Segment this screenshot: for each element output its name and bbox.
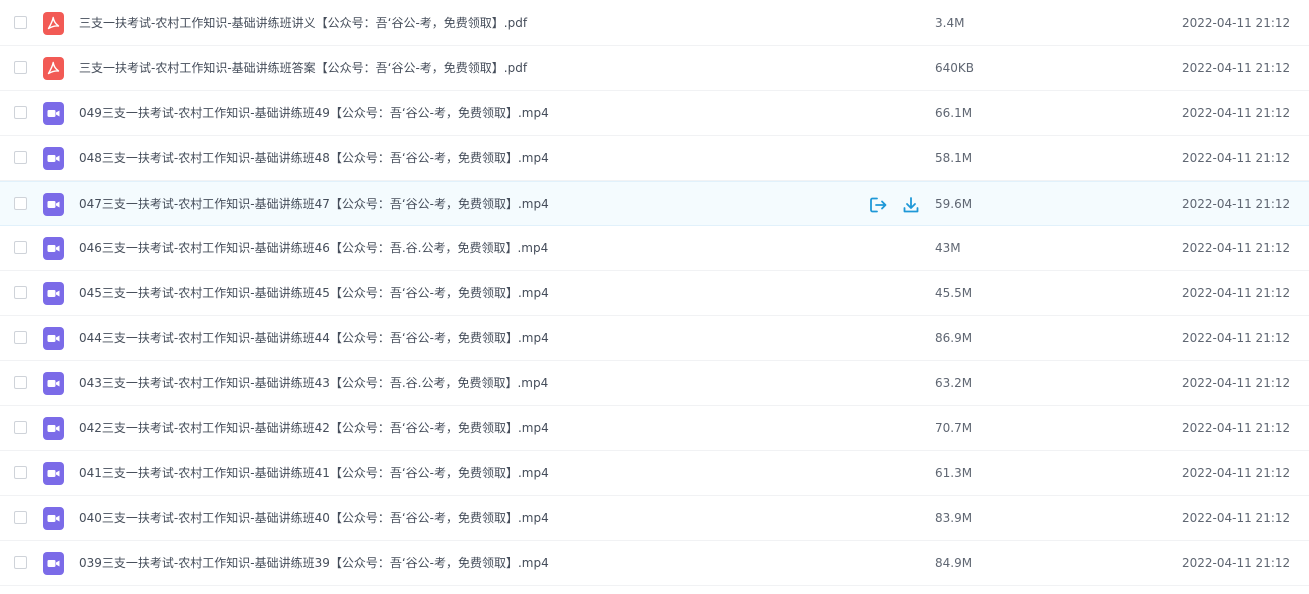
file-modified-date: 2022-04-11 21:12	[1182, 556, 1291, 570]
file-row[interactable]: 040三支一扶考试-农村工作知识-基础讲练班40【公众号：吾‘谷公-考，免费领取…	[0, 496, 1309, 541]
file-row[interactable]: 043三支一扶考试-农村工作知识-基础讲练班43【公众号：吾.谷.公考，免费领取…	[0, 361, 1309, 406]
file-name-link[interactable]: 049三支一扶考试-农村工作知识-基础讲练班49【公众号：吾‘谷公-考，免费领取…	[79, 105, 549, 121]
file-name-link[interactable]: 三支一扶考试-农村工作知识-基础讲练班讲义【公众号：吾‘谷公-考，免费领取】.p…	[79, 15, 527, 31]
file-name-link[interactable]: 048三支一扶考试-农村工作知识-基础讲练班48【公众号：吾‘谷公-考，免费领取…	[79, 150, 549, 166]
row-checkbox[interactable]	[14, 556, 27, 569]
row-checkbox[interactable]	[14, 151, 27, 164]
pdf-icon	[43, 57, 64, 80]
row-checkbox[interactable]	[14, 466, 27, 479]
file-row[interactable]: 047三支一扶考试-农村工作知识-基础讲练班47【公众号：吾‘谷公-考，免费领取…	[0, 181, 1309, 226]
file-modified-date: 2022-04-11 21:12	[1182, 61, 1291, 75]
video-icon	[43, 193, 64, 216]
file-modified-date: 2022-04-11 21:12	[1182, 421, 1291, 435]
file-name-link[interactable]: 042三支一扶考试-农村工作知识-基础讲练班42【公众号：吾‘谷公-考，免费领取…	[79, 420, 549, 436]
file-name-link[interactable]: 041三支一扶考试-农村工作知识-基础讲练班41【公众号：吾‘谷公-考，免费领取…	[79, 465, 549, 481]
file-size: 84.9M	[935, 556, 973, 570]
file-row[interactable]: 049三支一扶考试-农村工作知识-基础讲练班49【公众号：吾‘谷公-考，免费领取…	[0, 91, 1309, 136]
file-row[interactable]: 042三支一扶考试-农村工作知识-基础讲练班42【公众号：吾‘谷公-考，免费领取…	[0, 406, 1309, 451]
file-size: 83.9M	[935, 511, 973, 525]
file-row[interactable]: 三支一扶考试-农村工作知识-基础讲练班讲义【公众号：吾‘谷公-考，免费领取】.p…	[0, 1, 1309, 46]
video-icon	[43, 102, 64, 125]
file-row[interactable]: 039三支一扶考试-农村工作知识-基础讲练班39【公众号：吾‘谷公-考，免费领取…	[0, 541, 1309, 586]
file-modified-date: 2022-04-11 21:12	[1182, 151, 1291, 165]
share-icon[interactable]	[868, 195, 888, 215]
file-modified-date: 2022-04-11 21:12	[1182, 241, 1291, 255]
row-checkbox[interactable]	[14, 197, 27, 210]
file-modified-date: 2022-04-11 21:12	[1182, 106, 1291, 120]
file-size: 3.4M	[935, 16, 965, 30]
video-icon	[43, 147, 64, 170]
file-row[interactable]: 046三支一扶考试-农村工作知识-基础讲练班46【公众号：吾.谷.公考，免费领取…	[0, 226, 1309, 271]
file-modified-date: 2022-04-11 21:12	[1182, 16, 1291, 30]
video-icon	[43, 237, 64, 260]
file-row[interactable]: 041三支一扶考试-农村工作知识-基础讲练班41【公众号：吾‘谷公-考，免费领取…	[0, 451, 1309, 496]
row-checkbox[interactable]	[14, 241, 27, 254]
file-size: 45.5M	[935, 286, 973, 300]
row-checkbox[interactable]	[14, 61, 27, 74]
file-list: 三支一扶考试-农村工作知识-基础讲练班讲义【公众号：吾‘谷公-考，免费领取】.p…	[0, 0, 1309, 594]
file-name-link[interactable]: 040三支一扶考试-农村工作知识-基础讲练班40【公众号：吾‘谷公-考，免费领取…	[79, 510, 549, 526]
file-size: 59.6M	[935, 197, 973, 211]
video-icon	[43, 552, 64, 575]
file-size: 63.2M	[935, 376, 973, 390]
file-row[interactable]: 044三支一扶考试-农村工作知识-基础讲练班44【公众号：吾‘谷公-考，免费领取…	[0, 316, 1309, 361]
row-checkbox[interactable]	[14, 106, 27, 119]
file-name-link[interactable]: 047三支一扶考试-农村工作知识-基础讲练班47【公众号：吾‘谷公-考，免费领取…	[79, 196, 549, 212]
file-name-link[interactable]: 三支一扶考试-农村工作知识-基础讲练班答案【公众号：吾‘谷公-考，免费领取】.p…	[79, 60, 527, 76]
download-icon[interactable]	[901, 195, 921, 215]
row-checkbox[interactable]	[14, 16, 27, 29]
file-row[interactable]: 三支一扶考试-农村工作知识-基础讲练班答案【公众号：吾‘谷公-考，免费领取】.p…	[0, 46, 1309, 91]
video-icon	[43, 507, 64, 530]
file-modified-date: 2022-04-11 21:12	[1182, 286, 1291, 300]
file-name-link[interactable]: 046三支一扶考试-农村工作知识-基础讲练班46【公众号：吾.谷.公考，免费领取…	[79, 240, 548, 256]
file-modified-date: 2022-04-11 21:12	[1182, 466, 1291, 480]
video-icon	[43, 327, 64, 350]
file-modified-date: 2022-04-11 21:12	[1182, 511, 1291, 525]
row-checkbox[interactable]	[14, 511, 27, 524]
file-size: 640KB	[935, 61, 975, 75]
video-icon	[43, 462, 64, 485]
file-name-link[interactable]: 043三支一扶考试-农村工作知识-基础讲练班43【公众号：吾.谷.公考，免费领取…	[79, 375, 548, 391]
row-checkbox[interactable]	[14, 376, 27, 389]
file-name-link[interactable]: 039三支一扶考试-农村工作知识-基础讲练班39【公众号：吾‘谷公-考，免费领取…	[79, 555, 549, 571]
video-icon	[43, 282, 64, 305]
pdf-icon	[43, 12, 64, 35]
row-checkbox[interactable]	[14, 421, 27, 434]
row-checkbox[interactable]	[14, 331, 27, 344]
file-size: 70.7M	[935, 421, 973, 435]
file-size: 86.9M	[935, 331, 973, 345]
file-modified-date: 2022-04-11 21:12	[1182, 331, 1291, 345]
file-name-link[interactable]: 044三支一扶考试-农村工作知识-基础讲练班44【公众号：吾‘谷公-考，免费领取…	[79, 330, 549, 346]
file-row[interactable]: 048三支一扶考试-农村工作知识-基础讲练班48【公众号：吾‘谷公-考，免费领取…	[0, 136, 1309, 181]
file-modified-date: 2022-04-11 21:12	[1182, 197, 1291, 211]
file-size: 58.1M	[935, 151, 973, 165]
file-name-link[interactable]: 045三支一扶考试-农村工作知识-基础讲练班45【公众号：吾‘谷公-考，免费领取…	[79, 285, 549, 301]
file-size: 61.3M	[935, 466, 973, 480]
file-size: 43M	[935, 241, 961, 255]
file-size: 66.1M	[935, 106, 973, 120]
video-icon	[43, 372, 64, 395]
video-icon	[43, 417, 64, 440]
file-row[interactable]: 045三支一扶考试-农村工作知识-基础讲练班45【公众号：吾‘谷公-考，免费领取…	[0, 271, 1309, 316]
file-modified-date: 2022-04-11 21:12	[1182, 376, 1291, 390]
row-checkbox[interactable]	[14, 286, 27, 299]
